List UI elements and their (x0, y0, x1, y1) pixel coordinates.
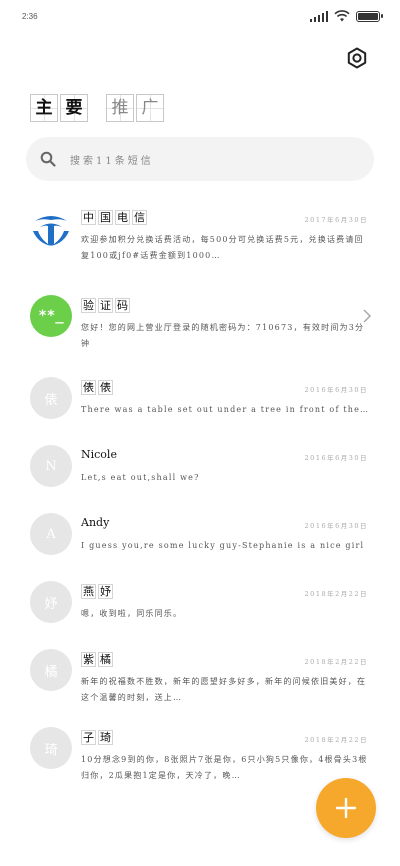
message-item-yanyu[interactable]: 妤 燕妤 2018年2月22日 嗯，收到啦，同乐同乐。 (0, 570, 400, 638)
message-date: 2017年6月30日 (304, 216, 368, 224)
message-preview: Let,s eat out,shall we? (81, 473, 200, 482)
tab-char: 要 (60, 94, 88, 122)
message-preview: 您好！您的网上营业厅登录的随机密码为：710673，有效时间为3分钟 (81, 323, 365, 348)
sender-name: 验证码 (81, 298, 130, 313)
avatar: N (30, 445, 72, 487)
tab-primary[interactable]: 主 要 (30, 94, 88, 122)
message-item-biaobiao[interactable]: 俵 俵俵 2016年6月30日 There was a table set ou… (0, 366, 400, 434)
avatar: 橘 (30, 649, 72, 691)
avatar: 琦 (30, 727, 72, 769)
sender-name: 子琦 (81, 730, 113, 745)
tab-char: 广 (136, 94, 164, 122)
avatar-text: 妤 (44, 596, 58, 612)
avatar-text: A (46, 526, 56, 542)
message-date: 2018年2月22日 (304, 736, 368, 744)
message-preview: 新年的祝福数不胜数，新年的愿望好多好多，新年的问候依旧美好，在这个温馨的时刻，送… (81, 677, 367, 702)
hexagon-gear-icon (347, 47, 367, 69)
avatar: **_ (30, 295, 72, 337)
sender-name: 俵俵 (81, 380, 113, 395)
status-icons (309, 10, 383, 22)
avatar-text: 琦 (44, 742, 58, 758)
wifi-icon (334, 10, 350, 22)
message-date: 2018年2月22日 (304, 658, 368, 666)
sender-name: Andy (81, 516, 110, 529)
message-preview: 10分想念9到的你，8张照片7张是你，6只小狗5只像你，4根骨头3根归你，2瓜果… (81, 755, 368, 780)
message-date: 2016年6月30日 (304, 522, 368, 530)
tab-char: 推 (106, 94, 134, 122)
message-item-ziju[interactable]: 橘 紫橘 2018年2月22日 新年的祝福数不胜数，新年的愿望好多好多，新年的问… (0, 638, 400, 714)
message-preview: 欢迎参加积分兑换话费活动，每500分可兑换话费5元，兑换话费请回复100或jf0… (81, 235, 364, 260)
status-time: 2:36 (22, 12, 38, 21)
search-icon (40, 151, 56, 167)
sender-name: 紫橘 (81, 652, 113, 667)
message-preview: There was a table set out under a tree i… (81, 405, 371, 414)
message-preview: 嗯，收到啦，同乐同乐。 (81, 609, 183, 618)
plus-icon (335, 797, 357, 819)
avatar-text: N (45, 458, 57, 474)
telecom-logo-avatar (30, 207, 72, 249)
avatar-text: **_ (38, 308, 64, 324)
search-bar[interactable]: 搜索11条短信 (26, 137, 374, 181)
new-message-button[interactable] (316, 778, 376, 838)
avatar-text: 俵 (44, 392, 58, 408)
search-placeholder: 搜索11条短信 (70, 155, 154, 167)
avatar-text: 橘 (44, 664, 58, 680)
message-item-verification-code[interactable]: **_ 验证码 您好！您的网上营业厅登录的随机密码为：710673，有效时间为3… (0, 284, 400, 352)
message-date: 2018年2月22日 (304, 590, 368, 598)
tab-bar: 主 要 推 广 (30, 94, 164, 122)
message-preview: I guess you,re some lucky guy-Stephanie … (81, 541, 365, 550)
sender-name: Nicole (81, 448, 117, 461)
avatar: A (30, 513, 72, 555)
tab-char: 主 (30, 94, 58, 122)
signal-icon (309, 10, 328, 22)
sender-name: 中国电信 (81, 210, 147, 225)
message-item-china-telecom[interactable]: 中国电信 2017年6月30日 欢迎参加积分兑换话费活动，每500分可兑换话费5… (0, 196, 400, 264)
telecom-logo-icon (31, 208, 71, 248)
tab-promotions[interactable]: 推 广 (106, 94, 164, 122)
message-item-nicole[interactable]: N Nicole 2016年6月30日 Let,s eat out,shall … (0, 434, 400, 502)
avatar: 俵 (30, 377, 72, 419)
status-bar: 2:36 (0, 0, 400, 36)
sender-name: 燕妤 (81, 584, 113, 599)
message-date: 2016年6月30日 (304, 386, 368, 394)
chevron-right-icon[interactable] (362, 308, 372, 324)
message-date: 2016年6月30日 (304, 454, 368, 462)
settings-button[interactable] (344, 45, 370, 71)
avatar: 妤 (30, 581, 72, 623)
message-item-andy[interactable]: A Andy 2016年6月30日 I guess you,re some lu… (0, 502, 400, 570)
battery-icon (356, 10, 383, 22)
